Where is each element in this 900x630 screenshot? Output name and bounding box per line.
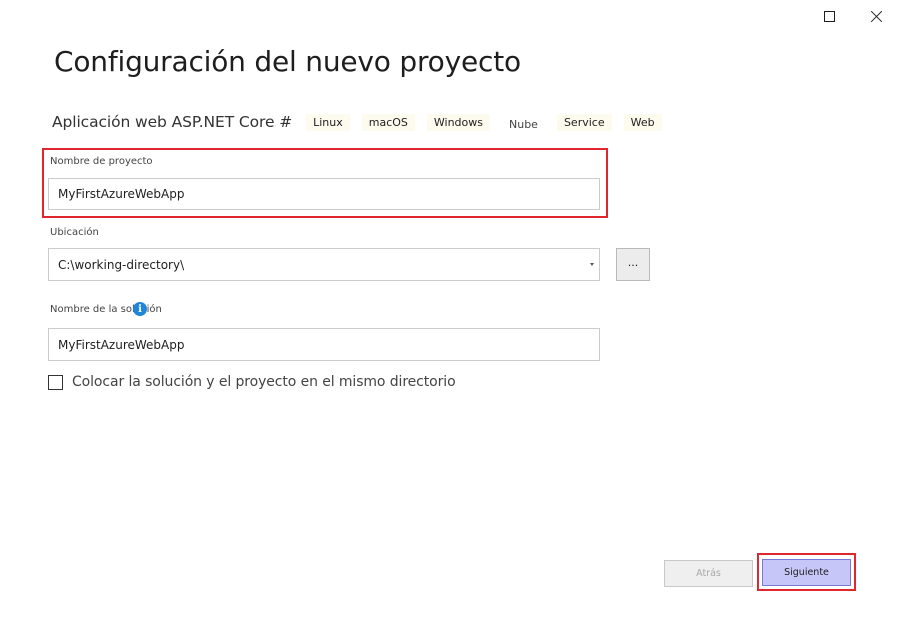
solution-name-input[interactable]: MyFirstAzureWebApp bbox=[48, 328, 600, 361]
back-button[interactable]: Atrás bbox=[664, 560, 753, 587]
close-button[interactable] bbox=[854, 0, 900, 32]
template-summary: Aplicación web ASP.NET Core # Linux macO… bbox=[52, 111, 674, 133]
maximize-icon bbox=[823, 10, 835, 22]
tag-macos: macOS bbox=[361, 113, 415, 131]
project-name-input[interactable]: MyFirstAzureWebApp bbox=[48, 178, 600, 210]
info-icon[interactable]: i bbox=[133, 302, 147, 316]
close-icon bbox=[871, 10, 883, 22]
configure-project-dialog: Configuración del nuevo proyecto Aplicac… bbox=[0, 0, 900, 630]
same-directory-option[interactable]: Colocar la solución y el proyecto en el … bbox=[48, 374, 456, 390]
tag-web: Web bbox=[623, 113, 662, 131]
tag-service: Service bbox=[556, 113, 612, 131]
location-label: Ubicación bbox=[50, 227, 99, 238]
tag-nube: Nube bbox=[509, 117, 538, 131]
same-directory-checkbox[interactable] bbox=[48, 374, 63, 390]
tag-windows: Windows bbox=[426, 113, 490, 131]
same-directory-label[interactable]: Colocar la solución y el proyecto en el … bbox=[72, 374, 456, 390]
page-title: Configuración del nuevo proyecto bbox=[54, 45, 521, 78]
browse-button[interactable]: ... bbox=[616, 248, 650, 281]
project-name-label: Nombre de proyecto bbox=[50, 156, 153, 167]
next-button[interactable]: Siguiente bbox=[762, 559, 851, 586]
tag-linux: Linux bbox=[306, 113, 350, 131]
template-name: Aplicación web ASP.NET Core # bbox=[52, 113, 293, 131]
chevron-down-icon[interactable] bbox=[590, 263, 594, 266]
location-value: C:\working-directory\ bbox=[58, 257, 185, 272]
maximize-button[interactable] bbox=[806, 0, 852, 32]
location-combobox[interactable]: C:\working-directory\ bbox=[48, 248, 600, 281]
